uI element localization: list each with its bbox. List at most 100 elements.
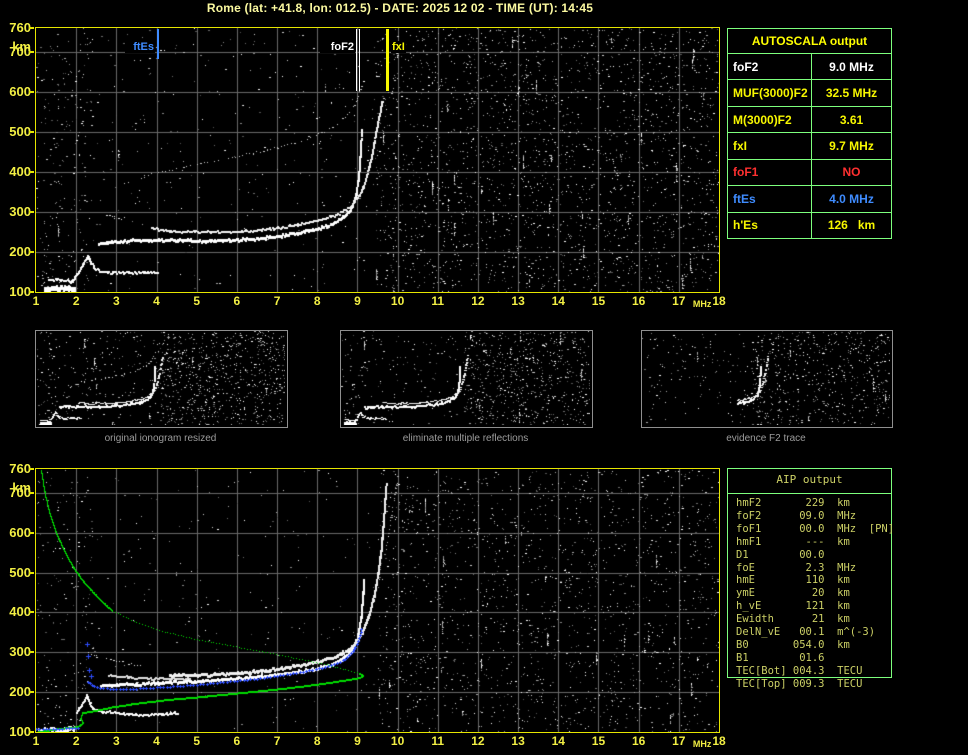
y-tick-label: 600 (9, 84, 31, 99)
fof2-marker-line (359, 29, 360, 91)
autoscala-row-value: 4.0 MHz (829, 191, 874, 206)
autoscala-row: h'Es 126 km (728, 212, 891, 238)
thumbnail-f2-caption: evidence F2 trace (726, 433, 806, 444)
x-tick-label: 13 (511, 734, 525, 748)
y-tick-label: 100 (9, 284, 31, 299)
thumbnail-eliminate-canvas (341, 331, 590, 425)
autoscala-row-label: foF1 (728, 159, 812, 186)
y-tick-label: 600 (9, 524, 31, 540)
axis-tick (29, 91, 34, 93)
x-tick-label: 14 (551, 294, 565, 308)
thumbnail-original-caption: original ionogram resized (104, 433, 217, 444)
autoscala-row-value: NO (842, 165, 861, 180)
thumbnail-eliminate-caption: eliminate multiple reflections (402, 433, 529, 444)
bottom-ionogram-canvas (36, 469, 719, 732)
thumbnail-f2-canvas (642, 331, 890, 425)
thumbnail-original-canvas (36, 331, 285, 425)
fxi-marker-line (386, 29, 389, 91)
y-tick-label: 400 (9, 164, 31, 179)
axis-tick (29, 731, 34, 733)
autoscala-row: ftEs 4.0 MHz (728, 186, 891, 213)
autoscala-row-label: h'Es (728, 212, 812, 238)
x-tick-label: 7 (273, 734, 281, 748)
x-tick-label: 13 (511, 294, 525, 308)
x-tick-label: 9 (354, 294, 361, 308)
top-ionogram-canvas (36, 28, 719, 292)
x-tick-label: 18 (712, 734, 726, 748)
autoscala-row-value: 9.0 MHz (829, 59, 874, 74)
autoscala-row: fxI 9.7 MHz (728, 133, 891, 160)
x-tick-label: 14 (551, 734, 565, 748)
y-axis-unit-label: km (12, 480, 31, 495)
x-tick-label: 18 (712, 294, 726, 308)
axis-tick (29, 211, 34, 213)
autoscala-row: MUF(3000)F2 32.5 MHz (728, 80, 891, 107)
y-tick-label: 760 (9, 20, 31, 35)
x-tick-label: 5 (193, 294, 201, 308)
axis-tick (29, 291, 34, 293)
y-tick-label: 300 (9, 204, 31, 219)
y-tick-label: 500 (9, 564, 31, 580)
x-tick-label: 3 (113, 294, 120, 308)
autoscala-row-label: fxI (728, 133, 812, 159)
x-tick-label: 17 (672, 734, 686, 748)
axis-tick (29, 251, 34, 253)
aip-table-rows: hmF2 229 km foF2 09.0 MHz foF1 00.0 MHz … (736, 497, 895, 690)
autoscala-row-value: 126 km (827, 218, 876, 233)
x-tick-label: 12 (471, 734, 485, 748)
autoscala-table-title: AUTOSCALA output (728, 29, 891, 54)
ftes-marker-line (157, 29, 159, 59)
autoscala-row-label: ftEs (728, 186, 812, 212)
x-axis-unit-label: MHz (692, 739, 712, 749)
fxi-marker-label: fxI (391, 41, 406, 53)
top-ionogram-plot: ftEs foF2 fxI (35, 27, 720, 293)
x-tick-label: 16 (631, 734, 646, 748)
thumbnail-f2-trace (641, 330, 893, 428)
page-title: Rome (lat: +41.8, lon: 012.5) - DATE: 20… (206, 1, 594, 15)
x-tick-label: 2 (72, 294, 80, 308)
aip-table-title: AIP output (776, 473, 843, 486)
x-tick-label: 8 (313, 294, 321, 308)
x-tick-label: 6 (233, 294, 241, 308)
autoscala-row-value: 9.7 MHz (829, 138, 874, 153)
x-tick-label: 9 (354, 734, 361, 748)
autoscala-app-window: { "title": "Rome (lat: +41.8, lon: 012.5… (0, 0, 968, 755)
bottom-ionogram-plot (35, 468, 720, 733)
axis-tick (29, 468, 34, 470)
autoscala-table-rows: foF2 9.0 MHz MUF(3000)F2 32.5 MHz M(3000)F2 3… (728, 54, 891, 238)
x-tick-label: 2 (72, 734, 80, 748)
x-tick-label: 10 (390, 734, 405, 748)
autoscala-row: M(3000)F2 3.61 (728, 106, 891, 134)
y-tick-label: 300 (9, 644, 31, 660)
y-tick-label: 100 (9, 724, 31, 739)
autoscala-row-value: 3.61 (839, 112, 864, 127)
autoscala-row-label: foF2 (728, 54, 812, 80)
axis-tick (29, 171, 34, 173)
ftes-marker-label: ftEs (125, 41, 155, 53)
axis-tick (29, 571, 34, 574)
autoscala-row-label: M(3000)F2 (728, 106, 812, 133)
y-axis-unit-label: km (12, 39, 31, 54)
x-tick-label: 4 (153, 294, 160, 308)
y-tick-label: 500 (9, 124, 31, 139)
thumbnail-original-ionogram (35, 330, 288, 428)
fof2-marker-line (356, 29, 357, 91)
autoscala-row-label: MUF(3000)F2 (728, 80, 812, 106)
x-tick-label: 8 (313, 734, 321, 748)
autoscala-output-table: AUTOSCALA output foF2 9.0 MHz MUF(3000)F2 3… (727, 28, 892, 239)
axis-tick (29, 27, 34, 29)
thumbnail-eliminate-reflections (340, 330, 593, 428)
x-tick-label: 5 (193, 734, 201, 748)
axis-tick (29, 131, 34, 133)
x-tick-label: 1 (32, 294, 40, 308)
x-tick-label: 12 (471, 294, 485, 308)
autoscala-row: foF1 NO (728, 159, 891, 187)
autoscala-row-value: 32.5 MHz (825, 86, 878, 101)
y-tick-label: 200 (9, 684, 31, 700)
x-tick-label: 15 (591, 734, 606, 748)
autoscala-row: foF2 9.0 MHz (728, 54, 891, 81)
axis-tick (29, 611, 34, 614)
axis-tick (29, 691, 34, 694)
axis-tick (29, 531, 34, 534)
x-tick-label: 11 (431, 734, 445, 748)
